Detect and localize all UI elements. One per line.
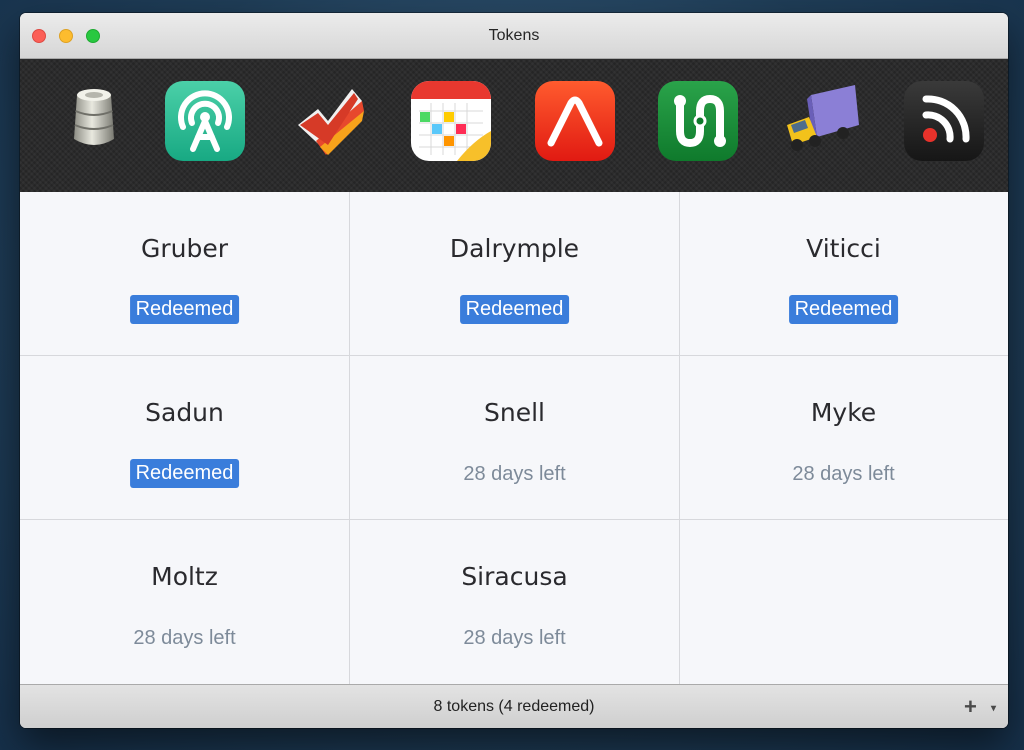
token-cell[interactable]: Viticci Redeemed (679, 192, 1008, 356)
redeemed-badge: Redeemed (129, 295, 240, 324)
days-left-text: 28 days left (463, 463, 566, 485)
token-name: Viticci (806, 234, 881, 263)
app-checkmark-icon[interactable] (288, 81, 368, 161)
redeemed-badge: Redeemed (788, 295, 899, 324)
days-left-text: 28 days left (133, 627, 236, 649)
token-name: Moltz (151, 562, 218, 591)
token-name: Sadun (145, 398, 224, 427)
token-cell[interactable]: Sadun Redeemed (20, 356, 350, 520)
app-transit-route-icon[interactable] (658, 81, 738, 161)
chevron-down-icon: ▾ (990, 703, 996, 714)
token-name: Snell (484, 398, 545, 427)
token-cell[interactable]: Gruber Redeemed (20, 192, 350, 356)
app-rss-feed-icon[interactable] (904, 81, 984, 161)
plus-icon: + (964, 694, 977, 719)
app-delivery-truck-icon[interactable] (781, 81, 861, 161)
app-arch-icon[interactable] (535, 81, 615, 161)
app-calendar-icon[interactable] (411, 81, 491, 161)
token-cell[interactable]: Siracusa 28 days left (350, 520, 680, 684)
token-name: Myke (810, 398, 877, 427)
title-bar[interactable]: Tokens (20, 13, 1008, 59)
days-left-text: 28 days left (463, 627, 566, 649)
app-toolbar (20, 59, 1008, 238)
status-bar: 8 tokens (4 redeemed) + ▾ (20, 684, 1008, 728)
token-cell[interactable]: Snell 28 days left (350, 356, 680, 520)
token-name: Siracusa (461, 562, 568, 591)
app-database-cylinder-icon[interactable] (54, 81, 134, 161)
redeemed-badge: Redeemed (459, 295, 570, 324)
token-cell[interactable]: Dalrymple Redeemed (350, 192, 680, 356)
token-cell[interactable]: Myke 28 days left (679, 356, 1008, 520)
token-cell[interactable]: Moltz 28 days left (20, 520, 350, 684)
empty-cell (679, 520, 1008, 684)
days-left-text: 28 days left (792, 463, 895, 485)
app-broadcast-tower-icon[interactable] (165, 81, 245, 161)
add-token-button[interactable]: + ▾ (964, 696, 996, 718)
token-name: Gruber (140, 234, 229, 263)
redeemed-badge: Redeemed (129, 459, 240, 488)
window-title: Tokens (488, 27, 540, 44)
token-summary: 8 tokens (4 redeemed) (433, 698, 595, 715)
token-name: Dalrymple (449, 234, 580, 263)
token-grid: Gruber Redeemed Dalrymple Redeemed Vitic… (20, 192, 1008, 684)
tokens-window: Tokens Gruber Redeemed Dalrymple Redeeme… (20, 13, 1008, 728)
